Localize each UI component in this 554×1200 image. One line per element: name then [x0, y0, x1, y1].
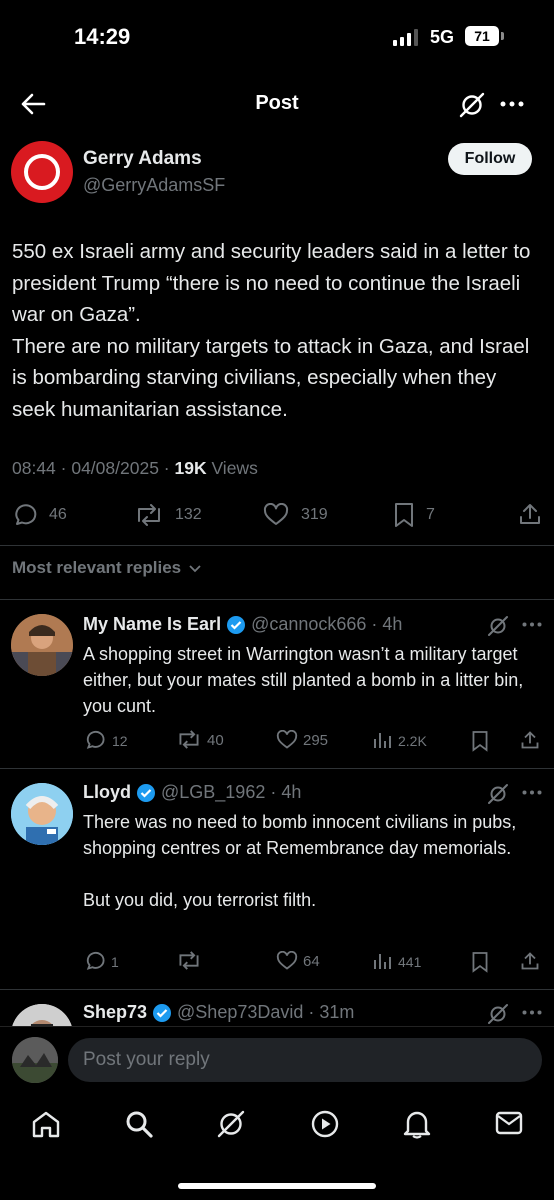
notifications-icon[interactable]	[403, 1108, 431, 1140]
divider	[0, 599, 554, 600]
signal-icon	[393, 28, 418, 46]
repost-count: 132	[175, 506, 202, 523]
views-label: Views	[206, 458, 258, 478]
grok-icon[interactable]	[487, 1003, 509, 1025]
author-handle[interactable]: @GerryAdamsSF	[83, 175, 225, 196]
like-count: 319	[301, 506, 328, 523]
bookmark-icon[interactable]	[471, 951, 489, 973]
more-icon[interactable]	[522, 1010, 542, 1015]
author-avatar[interactable]	[11, 141, 73, 203]
messages-icon[interactable]	[495, 1111, 523, 1135]
share-icon[interactable]	[520, 951, 540, 971]
reply-handle[interactable]: @LGB_1962 · 4h	[161, 782, 301, 803]
reply-count: 1	[111, 954, 119, 970]
share-icon[interactable]	[518, 502, 542, 526]
reply-icon[interactable]	[84, 730, 106, 750]
bookmark-icon[interactable]	[471, 730, 489, 752]
like-icon[interactable]	[276, 730, 298, 750]
post-meta: 08:44 · 04/08/2025 · 19K Views	[12, 458, 258, 479]
reply-avatar[interactable]	[11, 1004, 73, 1026]
more-icon[interactable]	[522, 790, 542, 795]
reply-handle[interactable]: @cannock666 · 4h	[251, 614, 402, 635]
bookmark-count: 7	[426, 506, 435, 523]
network-label: 5G	[430, 27, 455, 47]
reply-avatar[interactable]	[11, 614, 73, 676]
verified-icon	[227, 615, 246, 634]
reply-text: There was no need to bomb innocent civil…	[83, 812, 517, 910]
views-count: 441	[398, 954, 422, 970]
like-count: 295	[303, 732, 329, 749]
replies-sort-text: Most relevant replies	[12, 558, 182, 577]
reply-input[interactable]: Post your reply	[68, 1038, 542, 1082]
views-icon[interactable]	[373, 952, 393, 970]
more-icon[interactable]	[500, 101, 524, 107]
views-count: 19K	[174, 458, 207, 478]
reply-count: 12	[112, 733, 128, 749]
views-icon[interactable]	[373, 731, 393, 749]
home-icon[interactable]	[31, 1110, 61, 1138]
reply-icon[interactable]	[84, 951, 106, 971]
chevron-down-icon	[189, 565, 201, 573]
reply-count: 46	[49, 506, 67, 523]
post-text: 550 ex Israeli army and security leaders…	[12, 240, 531, 421]
repost-count: 40	[207, 732, 224, 749]
like-icon[interactable]	[276, 951, 298, 971]
views-count: 2.2K	[398, 733, 427, 749]
verified-icon	[137, 783, 155, 802]
follow-button[interactable]: Follow	[448, 143, 532, 175]
reply-handle[interactable]: @Shep73David · 31m	[177, 1002, 354, 1023]
replies-sort-label[interactable]: Most relevant replies	[12, 558, 202, 578]
repost-icon[interactable]	[177, 951, 201, 970]
post-timestamp: 08:44 · 04/08/2025 ·	[12, 458, 175, 478]
reply-name[interactable]: Lloyd	[83, 782, 131, 803]
search-icon[interactable]	[124, 1109, 154, 1139]
share-icon[interactable]	[520, 730, 540, 750]
battery-icon: 71	[465, 26, 499, 46]
divider	[0, 545, 554, 546]
author-name[interactable]: Gerry Adams	[83, 148, 202, 170]
reply-header: Lloyd @LGB_1962 · 4h	[83, 782, 301, 803]
status-time: 14:29	[74, 24, 131, 49]
reply-icon[interactable]	[12, 503, 38, 527]
more-icon[interactable]	[522, 622, 542, 627]
verified-icon	[153, 1003, 172, 1022]
reply-name[interactable]: Shep73	[83, 1002, 147, 1023]
grok-icon[interactable]	[487, 615, 509, 637]
repost-icon[interactable]	[135, 504, 163, 526]
home-indicator	[178, 1183, 376, 1189]
user-avatar[interactable]	[12, 1037, 58, 1083]
grok-icon[interactable]	[458, 91, 486, 119]
reply-avatar[interactable]	[11, 783, 73, 845]
reply-header: Shep73 @Shep73David · 31m	[83, 1002, 354, 1023]
reply-text: A shopping street in Warrington wasn’t a…	[83, 644, 524, 716]
battery-tip	[501, 32, 504, 40]
reply-item-partial[interactable]: Shep73 @Shep73David · 31m	[0, 990, 554, 1026]
repost-icon[interactable]	[177, 730, 201, 749]
reply-header: My Name Is Earl @cannock666 · 4h	[83, 614, 402, 635]
reply-name[interactable]: My Name Is Earl	[83, 614, 221, 635]
video-icon[interactable]	[310, 1109, 340, 1139]
bookmark-icon[interactable]	[393, 502, 415, 528]
grok-icon[interactable]	[487, 783, 509, 805]
like-count: 64	[303, 953, 320, 970]
divider	[0, 768, 554, 769]
grok-icon[interactable]	[215, 1108, 247, 1140]
like-icon[interactable]	[263, 503, 289, 527]
divider	[0, 1026, 554, 1027]
